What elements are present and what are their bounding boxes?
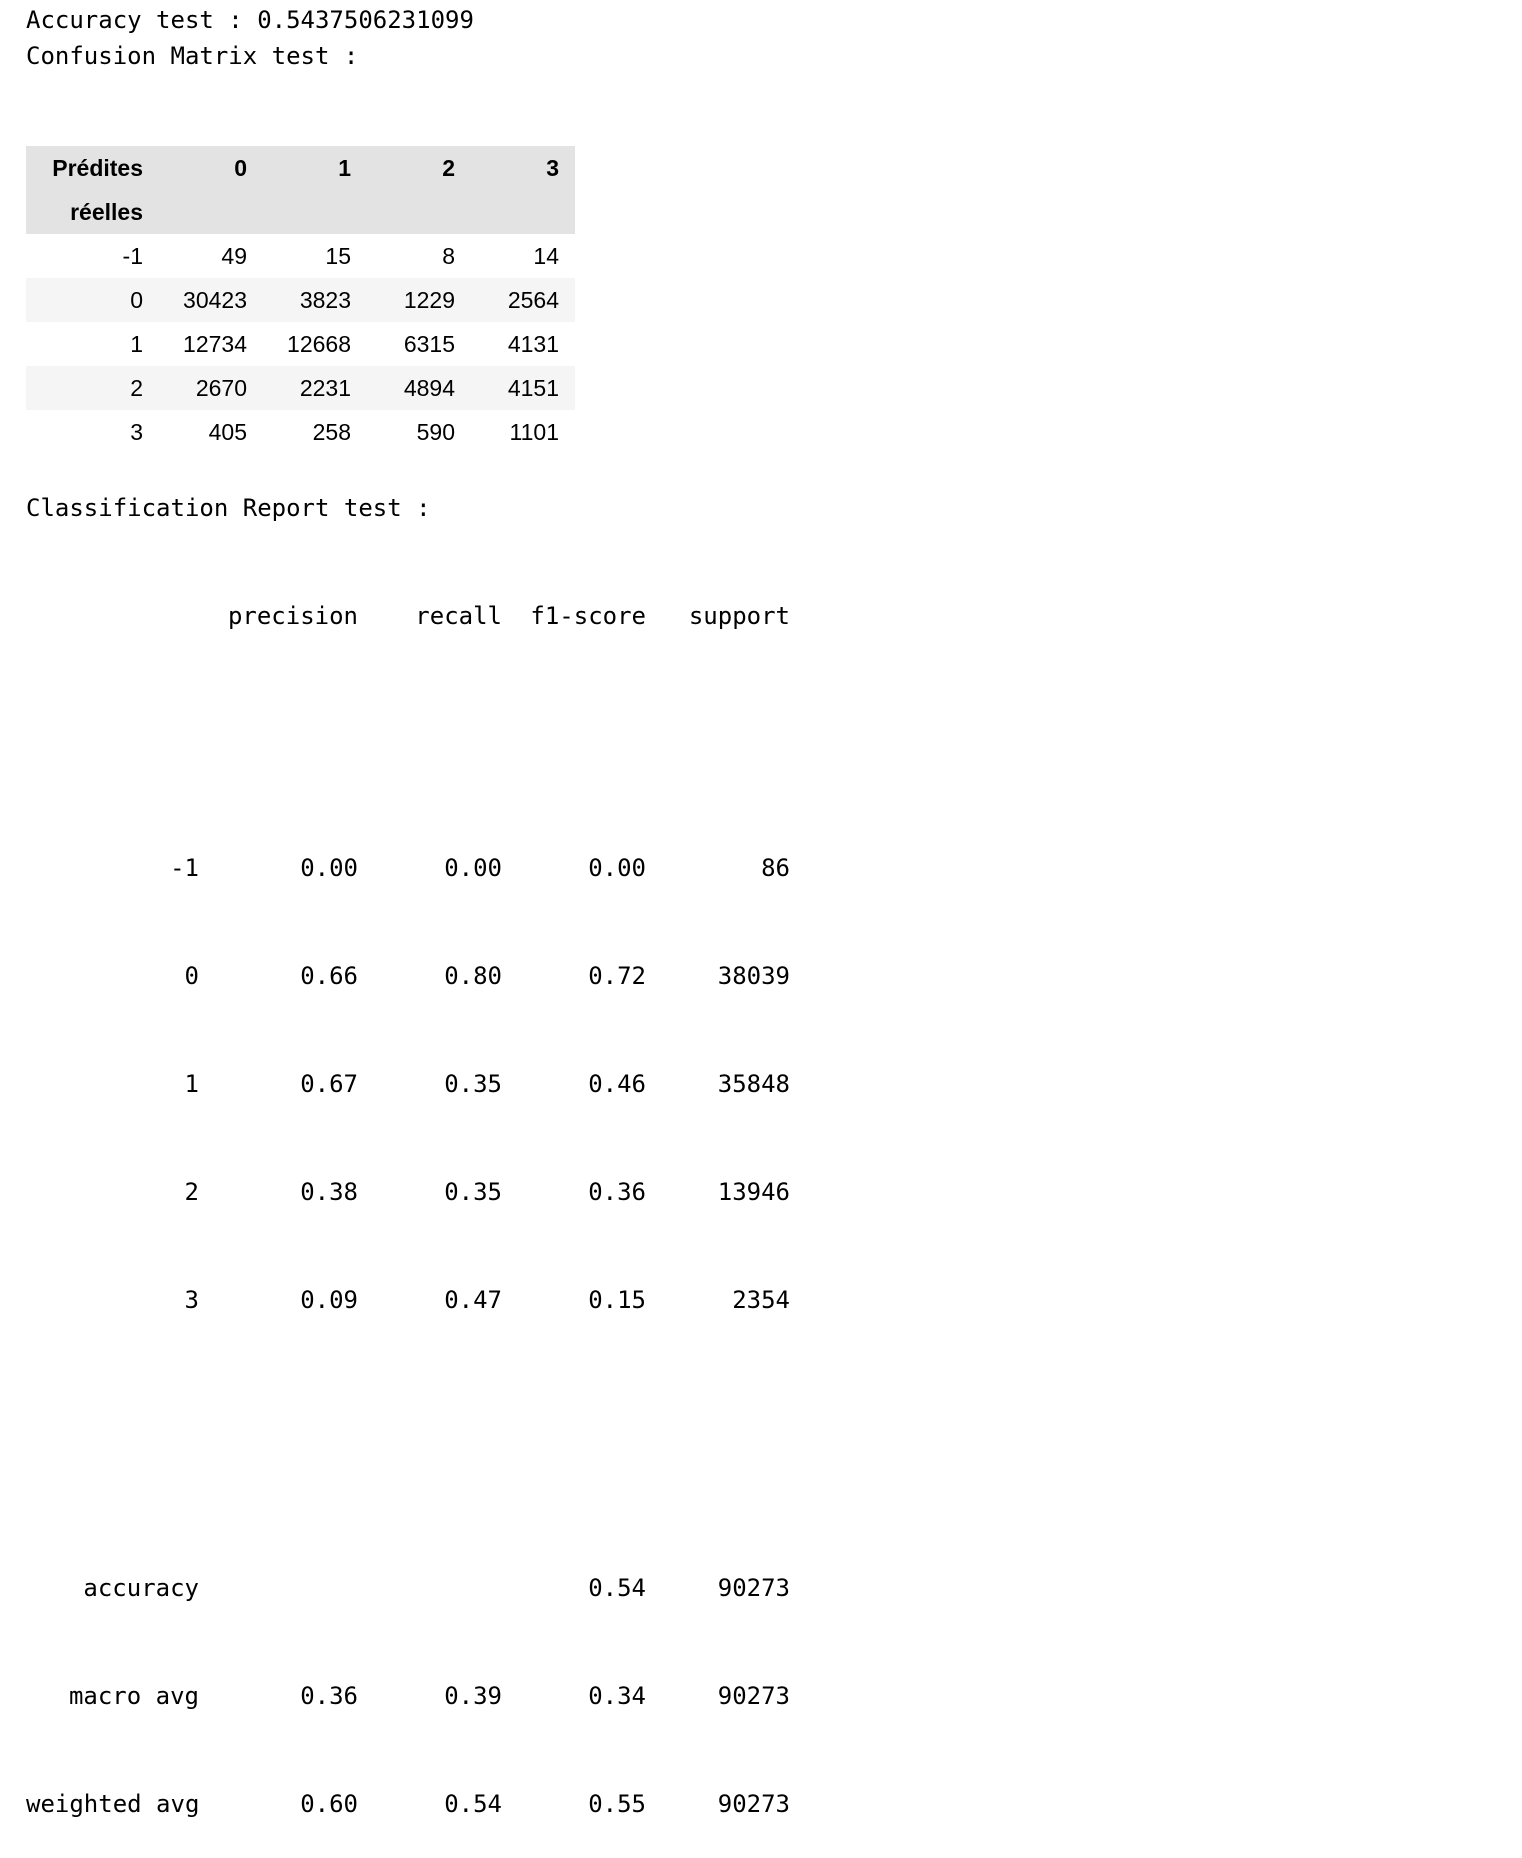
support-value: 90273 <box>717 1682 790 1710</box>
table-row: 2 2670 2231 4894 4151 <box>26 366 575 410</box>
support-value: 86 <box>761 854 790 882</box>
confusion-matrix-table: Prédites 0 1 2 3 réelles -1 49 15 8 14 0… <box>26 146 575 454</box>
table-cell: 258 <box>312 418 351 445</box>
report-row-label: -1 <box>170 854 199 882</box>
report-summary-row: weighted avg 0.60 0.54 0.55 90273 <box>26 1786 790 1822</box>
table-cell: 1229 <box>403 286 455 313</box>
row-label: 3 <box>130 418 143 445</box>
report-summary-row: accuracy 0.54 90273 <box>26 1570 790 1606</box>
support-value: 90273 <box>717 1574 790 1602</box>
table-cell: 4151 <box>507 374 559 401</box>
support-header: support <box>688 602 790 630</box>
recall-value: 0.00 <box>444 854 502 882</box>
table-cell: 30423 <box>183 286 247 313</box>
report-row-label: 1 <box>184 1070 199 1098</box>
support-value: 35848 <box>717 1070 790 1098</box>
table-cell: 590 <box>416 418 455 445</box>
table-cell: 14 <box>533 242 559 269</box>
column-header-1: 1 <box>338 154 351 181</box>
column-header-0: 0 <box>234 154 247 181</box>
recall-value: 0.80 <box>444 962 502 990</box>
row-label: 2 <box>130 374 143 401</box>
classification-report-title: Classification Report test : <box>26 494 431 522</box>
support-value: 38039 <box>717 962 790 990</box>
row-label: 0 <box>130 286 143 313</box>
report-row: 3 0.09 0.47 0.15 2354 <box>26 1282 790 1318</box>
precision-value: 0.09 <box>300 1286 358 1314</box>
row-label: 1 <box>130 330 143 357</box>
table-cell: 4131 <box>507 330 559 357</box>
column-header-row: Prédites 0 1 2 3 <box>26 146 575 190</box>
confusion-matrix-title: Confusion Matrix test : <box>26 42 359 70</box>
table-cell: 2564 <box>507 286 559 313</box>
precision-value: 0.60 <box>300 1790 358 1818</box>
table-cell: 6315 <box>403 330 455 357</box>
recall-value <box>358 1570 502 1606</box>
row-label: -1 <box>122 242 143 269</box>
report-row-label: macro avg <box>68 1682 199 1710</box>
f1-score-value: 0.72 <box>588 962 646 990</box>
table-cell: 4894 <box>403 374 455 401</box>
table-cell: 12668 <box>287 330 351 357</box>
report-row-label: 2 <box>184 1178 199 1206</box>
report-row: 1 0.67 0.35 0.46 35848 <box>26 1066 790 1102</box>
precision-value: 0.36 <box>300 1682 358 1710</box>
f1-score-value: 0.15 <box>588 1286 646 1314</box>
precision-value: 0.67 <box>300 1070 358 1098</box>
columns-name-header: Prédites <box>52 154 143 181</box>
support-value: 90273 <box>717 1790 790 1818</box>
table-row: 0 30423 3823 1229 2564 <box>26 278 575 322</box>
column-header-3: 3 <box>546 154 559 181</box>
report-summary-row: macro avg 0.36 0.39 0.34 90273 <box>26 1678 790 1714</box>
table-cell: 49 <box>221 242 247 269</box>
table-row: 1 12734 12668 6315 4131 <box>26 322 575 366</box>
report-row-label: weighted avg <box>26 1790 200 1818</box>
f1-score-value: 0.46 <box>588 1070 646 1098</box>
report-row-label: 0 <box>184 962 199 990</box>
f1-score-value: 0.34 <box>588 1682 646 1710</box>
column-header-2: 2 <box>442 154 455 181</box>
report-row: 2 0.38 0.35 0.36 13946 <box>26 1174 790 1210</box>
precision-value: 0.38 <box>300 1178 358 1206</box>
recall-value: 0.47 <box>444 1286 502 1314</box>
accuracy-output: Accuracy test : 0.5437506231099 <box>26 6 474 34</box>
precision-value: 0.00 <box>300 854 358 882</box>
classification-report: precision recall f1-score support -1 0.0… <box>26 526 790 1858</box>
table-cell: 2670 <box>195 374 247 401</box>
table-cell: 8 <box>442 242 455 269</box>
index-name-header: réelles <box>70 198 143 225</box>
report-row-label: 3 <box>184 1286 199 1314</box>
table-cell: 1101 <box>509 418 559 445</box>
recall-value: 0.35 <box>444 1070 502 1098</box>
report-row-label: accuracy <box>83 1574 199 1602</box>
precision-value <box>199 1570 358 1606</box>
index-name-row: réelles <box>26 190 575 234</box>
f1-score-value: 0.36 <box>588 1178 646 1206</box>
f1-score-value: 0.54 <box>588 1574 646 1602</box>
recall-value: 0.39 <box>444 1682 502 1710</box>
table-cell: 12734 <box>183 330 247 357</box>
report-row: 0 0.66 0.80 0.72 38039 <box>26 958 790 994</box>
table-row: -1 49 15 8 14 <box>26 234 575 278</box>
table-cell: 15 <box>325 242 351 269</box>
table-cell: 2231 <box>299 374 351 401</box>
precision-header: precision <box>227 602 358 630</box>
recall-value: 0.35 <box>444 1178 502 1206</box>
support-value: 13946 <box>717 1178 790 1206</box>
support-value: 2354 <box>732 1286 790 1314</box>
f1-score-value: 0.55 <box>588 1790 646 1818</box>
precision-value: 0.66 <box>300 962 358 990</box>
f1-score-value: 0.00 <box>588 854 646 882</box>
table-cell: 405 <box>208 418 247 445</box>
table-row: 3 405 258 590 1101 <box>26 410 575 454</box>
f1-score-header: f1-score <box>530 602 646 630</box>
report-row: -1 0.00 0.00 0.00 86 <box>26 850 790 886</box>
recall-value: 0.54 <box>444 1790 502 1818</box>
table-cell: 3823 <box>299 286 351 313</box>
recall-header: recall <box>415 602 502 630</box>
report-header-row: precision recall f1-score support <box>26 598 790 634</box>
